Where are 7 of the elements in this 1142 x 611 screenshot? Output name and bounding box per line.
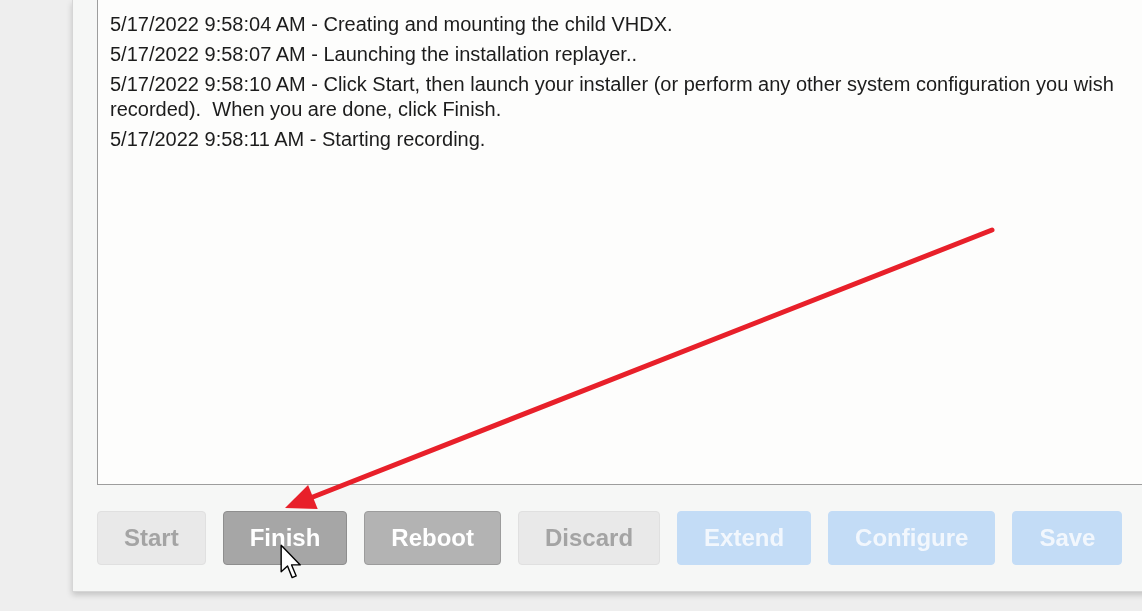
log-entry: 5/17/2022 9:58:07 AM - Launching the installation replayer..: [110, 42, 638, 67]
log-entry: 5/17/2022 9:58:11 AM - Starting recording.: [110, 127, 486, 152]
action-button[interactable]: Reboot: [364, 511, 501, 565]
action-button[interactable]: Finish: [222, 511, 348, 565]
log-entry: 5/17/2022 9:58:04 AM - Creating and mounting the child VHDX.: [110, 12, 673, 37]
cursor-icon: [280, 544, 302, 580]
log-entry: 5/17/2022 9:58:10 AM - Click Start, then launch your installer (or perform any other system configuration you wish recorded). When you are done, click Finish.: [110, 72, 1115, 122]
